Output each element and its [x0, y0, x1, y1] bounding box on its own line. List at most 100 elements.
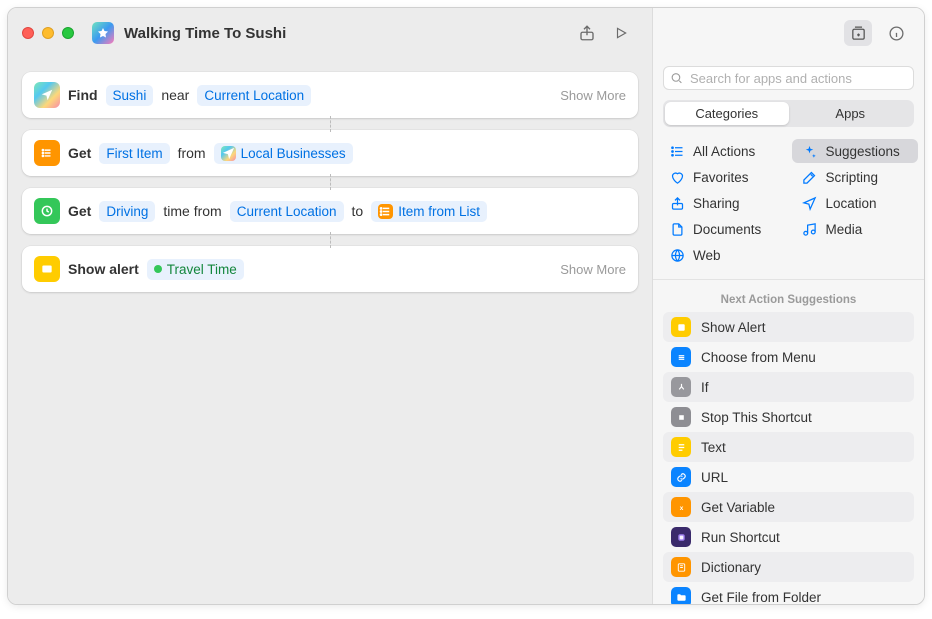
action-card[interactable]: Get Driving time from Current Location to Ite…	[22, 188, 638, 234]
parameter-token[interactable]: Sushi	[106, 85, 154, 106]
segmented-control[interactable]: Categories Apps	[663, 100, 914, 127]
category-label: Favorites	[693, 170, 749, 185]
suggestion-label: Text	[701, 440, 726, 455]
category-item-media[interactable]: Media	[792, 217, 919, 241]
category-item-suggestions[interactable]: Suggestions	[792, 139, 919, 163]
action-card[interactable]: Get First Item from Local Businesses	[22, 130, 638, 176]
search-icon	[670, 72, 683, 85]
category-grid: All ActionsSuggestions Favorites Scripting…	[653, 139, 924, 275]
parameter-token[interactable]: Current Location	[230, 201, 344, 222]
suggestion-item[interactable]: Text	[663, 432, 914, 462]
suggestion-item[interactable]: Dictionary	[663, 552, 914, 582]
parameter-token[interactable]: Driving	[99, 201, 155, 222]
show-more-button[interactable]: Show More	[560, 88, 626, 103]
action-connector-word: near	[161, 87, 189, 103]
action-connector	[22, 118, 638, 130]
show-more-button[interactable]: Show More	[560, 262, 626, 277]
parameter-token[interactable]: Item from List	[371, 201, 487, 222]
category-label: Sharing	[693, 196, 740, 211]
square-icon	[671, 317, 691, 337]
action-connector	[22, 234, 638, 246]
action-verb: Show alert	[68, 261, 139, 277]
fullscreen-window-button[interactable]	[62, 27, 74, 39]
stop-icon	[671, 407, 691, 427]
suggestion-label: Get File from Folder	[701, 590, 821, 605]
alert-icon	[34, 256, 60, 282]
suggestion-label: Stop This Shortcut	[701, 410, 812, 425]
suggestion-item[interactable]: Stop This Shortcut	[663, 402, 914, 432]
category-label: Documents	[693, 222, 761, 237]
action-connector-word: time from	[163, 203, 221, 219]
folder-icon	[671, 587, 691, 604]
suggestion-item[interactable]: Show Alert	[663, 312, 914, 342]
category-label: Location	[826, 196, 877, 211]
menu-icon	[671, 347, 691, 367]
maps-mini-icon	[221, 146, 236, 161]
run-button[interactable]	[604, 19, 638, 47]
suggestion-label: Show Alert	[701, 320, 766, 335]
action-card[interactable]: Find Sushi near Current Location Show More	[22, 72, 638, 118]
tab-categories[interactable]: Categories	[665, 102, 789, 125]
category-item-favorites[interactable]: Favorites	[659, 165, 786, 189]
wand-icon	[802, 169, 818, 185]
shortcut-icon	[671, 527, 691, 547]
action-connector-word: from	[178, 145, 206, 161]
music-icon	[802, 221, 818, 237]
close-window-button[interactable]	[22, 27, 34, 39]
category-item-scripting[interactable]: Scripting	[792, 165, 919, 189]
category-label: Scripting	[826, 170, 879, 185]
parameter-token[interactable]: Current Location	[197, 85, 311, 106]
editor-pane: Walking Time To Sushi Find Sushi near Curre…	[8, 8, 653, 604]
category-item-location[interactable]: Location	[792, 191, 919, 215]
app-window: Walking Time To Sushi Find Sushi near Curre…	[7, 7, 925, 605]
action-verb: Find	[68, 87, 98, 103]
category-item-web[interactable]: Web	[659, 243, 786, 267]
suggestion-item[interactable]: Get File from Folder	[663, 582, 914, 604]
suggestion-label: URL	[701, 470, 728, 485]
category-item-all-actions[interactable]: All Actions	[659, 139, 786, 163]
titlebar: Walking Time To Sushi	[8, 8, 652, 58]
branch-icon	[671, 377, 691, 397]
clock-icon	[34, 198, 60, 224]
variable-token[interactable]: Travel Time	[147, 259, 244, 280]
suggestion-item[interactable]: Run Shortcut	[663, 522, 914, 552]
parameter-token[interactable]: First Item	[99, 143, 169, 164]
suggestion-label: If	[701, 380, 709, 395]
nav-icon	[802, 195, 818, 211]
text-icon	[671, 437, 691, 457]
info-button[interactable]	[882, 20, 910, 46]
globe-icon	[669, 247, 685, 263]
action-connector	[22, 176, 638, 188]
suggestion-item[interactable]: If	[663, 372, 914, 402]
action-card[interactable]: Show alert Travel Time Show More	[22, 246, 638, 292]
suggestion-item[interactable]: Choose from Menu	[663, 342, 914, 372]
category-item-sharing[interactable]: Sharing	[659, 191, 786, 215]
library-toggle-button[interactable]	[844, 20, 872, 46]
parameter-token[interactable]: Local Businesses	[214, 143, 353, 164]
suggestion-item[interactable]: URL	[663, 462, 914, 492]
suggestion-item[interactable]: x Get Variable	[663, 492, 914, 522]
category-label: Web	[693, 248, 721, 263]
workflow-canvas[interactable]: Find Sushi near Current Location Show More Ge…	[8, 58, 652, 604]
minimize-window-button[interactable]	[42, 27, 54, 39]
suggestion-label: Run Shortcut	[701, 530, 780, 545]
search-input[interactable]	[663, 66, 914, 90]
share-button[interactable]	[570, 19, 604, 47]
category-item-documents[interactable]: Documents	[659, 217, 786, 241]
list-icon	[34, 140, 60, 166]
tab-apps[interactable]: Apps	[789, 102, 913, 125]
suggestion-list: Show Alert Choose from Menu If Stop This Sh…	[653, 312, 924, 604]
search-wrap	[663, 66, 914, 90]
divider	[653, 279, 924, 280]
list-icon	[669, 143, 685, 159]
suggestion-label: Get Variable	[701, 500, 775, 515]
heart-icon	[669, 169, 685, 185]
svg-text:x: x	[679, 504, 683, 511]
action-connector-word: to	[352, 203, 364, 219]
sparkle-icon	[802, 143, 818, 159]
action-verb: Get	[68, 145, 91, 161]
suggestion-label: Choose from Menu	[701, 350, 816, 365]
maps-icon	[34, 82, 60, 108]
shortcut-title[interactable]: Walking Time To Sushi	[124, 25, 286, 42]
action-verb: Get	[68, 203, 91, 219]
